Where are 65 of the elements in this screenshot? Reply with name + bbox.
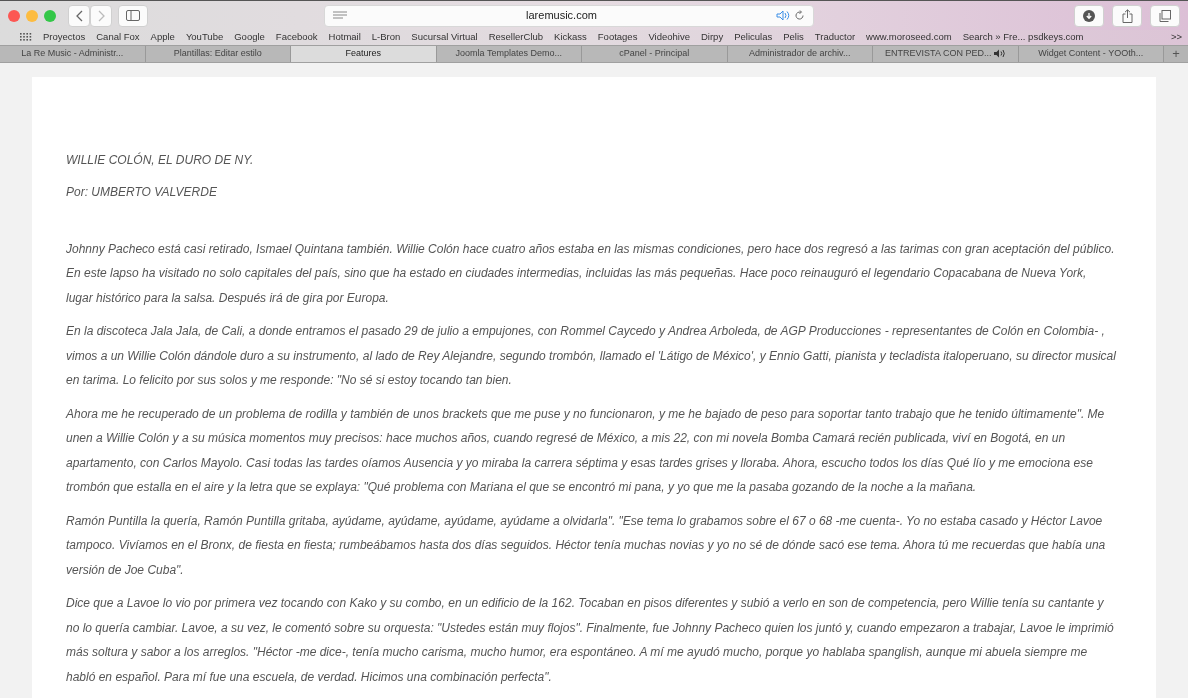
tab-title: Plantillas: Editar estilo: [173, 46, 262, 60]
bookmark-link[interactable]: Facebook: [275, 30, 318, 45]
new-tab-button[interactable]: +: [1164, 45, 1188, 62]
tab-title: Features: [345, 46, 381, 60]
browser-tab[interactable]: Joomla Templates Demo...: [436, 45, 582, 62]
bookmark-link[interactable]: Apple: [150, 30, 175, 45]
bookmark-link[interactable]: L-Bron: [371, 30, 401, 45]
bookmark-link[interactable]: YouTube: [185, 30, 224, 45]
bookmark-link[interactable]: Hotmail: [328, 30, 361, 45]
article-paragraph: En la discoteca Jala Jala, de Cali, a donde entramos el pasado 29 de julio a empujones, con Rommel Caycedo y Andrea Arboleda, de AGP Producciones - representantes de Colón en Colombia- , vimos a un Willie Colón dándole duro a su instrumento, al lado de Rey Alejandre, segundo trombón, llamado el 'Látigo de México', y Ennio Gatti, pianista y tecladista italoperuano, su director musical en tarima. Lo felicito por sus solos y me responde: "No sé si estoy tocando tan bien.: [66, 323, 1116, 389]
share-button[interactable]: [1112, 4, 1142, 27]
sidebar-icon: [126, 10, 140, 22]
bookmark-link[interactable]: Proyectos: [43, 30, 86, 45]
browser-tab[interactable]: cPanel - Principal: [582, 45, 728, 62]
more-bookmarks-button[interactable]: >>: [1170, 30, 1182, 45]
tab-title: Administrador de archiv...: [749, 46, 851, 60]
back-button[interactable]: [68, 4, 90, 27]
browser-tab[interactable]: ENTREVISTA CON PED...: [873, 45, 1019, 62]
browser-tab[interactable]: Administrador de archiv...: [727, 45, 873, 62]
minimize-icon[interactable]: [26, 9, 38, 22]
close-icon[interactable]: [8, 9, 20, 22]
sidebar-button[interactable]: [118, 4, 148, 27]
download-button[interactable]: [1074, 4, 1104, 27]
bookmark-link[interactable]: Videohive: [648, 30, 690, 45]
bookmark-link[interactable]: www.moroseed.com: [866, 30, 952, 45]
article-paragraph: Ahora me he recuperado de un problema de rodilla y también de unos brackets que me puse y no funcionaron, y me he bajado de peso para soportar tanto trabajo que he tenido últimamente". Me unen a Willie Colón y a su música momentos muy precisos: hace muchos años, cuando regresé de México, a mis 22, con mi novela Bomba Camará recién publicada, viví en Bogotá, en un apartamento, con Carlos Mayolo. Casi todas las tardes oíamos Ausencia y yo miraba la carrera séptima y esas tardes grises y lloraba. Ahora, escucho todos los días Qué lío y me emociona ese trombón que estalla en el aire y la letra que se explaya: "Qué problema con Mariana el que se encontró mi pana, y yo que me la pasaba gozando de la noche a la mañana.: [66, 405, 1106, 496]
tab-title: cPanel - Principal: [619, 46, 690, 60]
back-icon: [75, 9, 83, 22]
bookmark-link[interactable]: Google: [234, 30, 265, 45]
tab-title: Widget Content - YOOth...: [1038, 46, 1144, 60]
tabs-button[interactable]: [1150, 4, 1180, 27]
bookmark-link[interactable]: ResellerClub: [488, 30, 544, 45]
bookmark-link[interactable]: Dirpy: [701, 30, 724, 45]
bookmark-link[interactable]: Pelis: [783, 30, 804, 45]
bookmark-link[interactable]: Footages: [597, 30, 638, 45]
tab-title: La Re Music - Administr...: [21, 46, 124, 60]
article-paragraph: Johnny Pacheco está casi retirado, Ismael Quintana también. Willie Colón hace cuatro años estaba en las mismas condiciones, pero hace dos regresó a las tarimas con gran aceptación del público. En este lapso ha visitado no solo capitales del país, sino que ha estado en ciudades intermedias, incluidas las más pequeñas. Hace poco reinauguró el legendario Copacabana de Nueva York, lugar histórico para la salsa. Después irá de gira por Europa.: [66, 240, 1116, 307]
article-paragraph: Dice que a Lavoe lo vio por primera vez tocando con Kako y su combo, en un edificio de la 162. Tocaban en pisos diferentes y subió a verlo en son de competencia, pero Willie tenía su cantante y no lo quería cambiar. Lavoe, a su vez, le comentó sobre su orquesta: "Ustedes están muy flojos". Finalmente, fue Johnny Pacheco quien los juntó y, cuando empezaron a trabajar, Lavoe le imprimió más soltura y sabor a los arreglos. "Héctor -me dice-, tenía mucho carisma, mucho humor, era espontáneo. A mí me ayudó mucho, porque yo hablaba spanglish, aunque mi abuela siempre me habló en español. Para mí fue una escuela, de verdad. Hicimos una combinación perfecta".: [66, 595, 1115, 686]
browser-tab[interactable]: Features: [291, 45, 437, 62]
bookmark-link[interactable]: Sucursal Virtual: [411, 30, 478, 45]
article-paragraph: Ramón Puntilla la quería, Ramón Puntilla gritaba, ayúdame, ayúdame, ayúdame, ayúdame a olvidarla". "Ese tema lo grabamos sobre el 67 o 68 -me cuenta-. Yo no estaba casado y Héctor Lavoe tampoco. Vivíamos en el Bronx, de fiesta en fiesta; rumbeábamos hasta dos días seguidos. Héctor tenía muchas novias y yo no sé de dónde sacó ese tema. Ahora tú me recuerdas que había una versión de Joe Cuba".: [66, 512, 1107, 579]
download-icon: [1083, 9, 1095, 22]
browser-tab[interactable]: Widget Content - YOOth...: [1018, 45, 1164, 62]
address-bar[interactable]: laremusic.com: [324, 4, 814, 27]
zoom-icon[interactable]: [44, 9, 56, 22]
tab-title: Joomla Templates Demo...: [455, 46, 562, 60]
address-text: laremusic.com: [525, 8, 598, 24]
byline: Por: UMBERTO VALVERDE: [66, 183, 218, 201]
article-title: WILLIE COLÓN, EL DURO DE NY.: [66, 151, 255, 169]
bookmark-link[interactable]: Search » Fre... psdkeys.com: [962, 30, 1084, 45]
bookmark-link[interactable]: Canal Fox: [96, 30, 140, 45]
browser-tab[interactable]: La Re Music - Administr...: [0, 45, 146, 62]
share-icon: [1121, 8, 1133, 23]
bookmark-link[interactable]: Peliculas: [734, 30, 773, 45]
reload-icon: [794, 10, 805, 22]
bookmark-link[interactable]: Kickass: [554, 30, 587, 45]
tab-title: ENTREVISTA CON PED...: [885, 46, 992, 60]
forward-button[interactable]: [90, 4, 112, 27]
speaker-icon: [776, 10, 790, 22]
reader-icon: [333, 11, 347, 21]
tabs-icon: [1159, 9, 1171, 22]
forward-icon: [97, 9, 105, 22]
grid-icon: [20, 33, 32, 42]
bookmark-link[interactable]: Traductor: [814, 30, 856, 45]
browser-tab[interactable]: Plantillas: Editar estilo: [145, 45, 291, 62]
